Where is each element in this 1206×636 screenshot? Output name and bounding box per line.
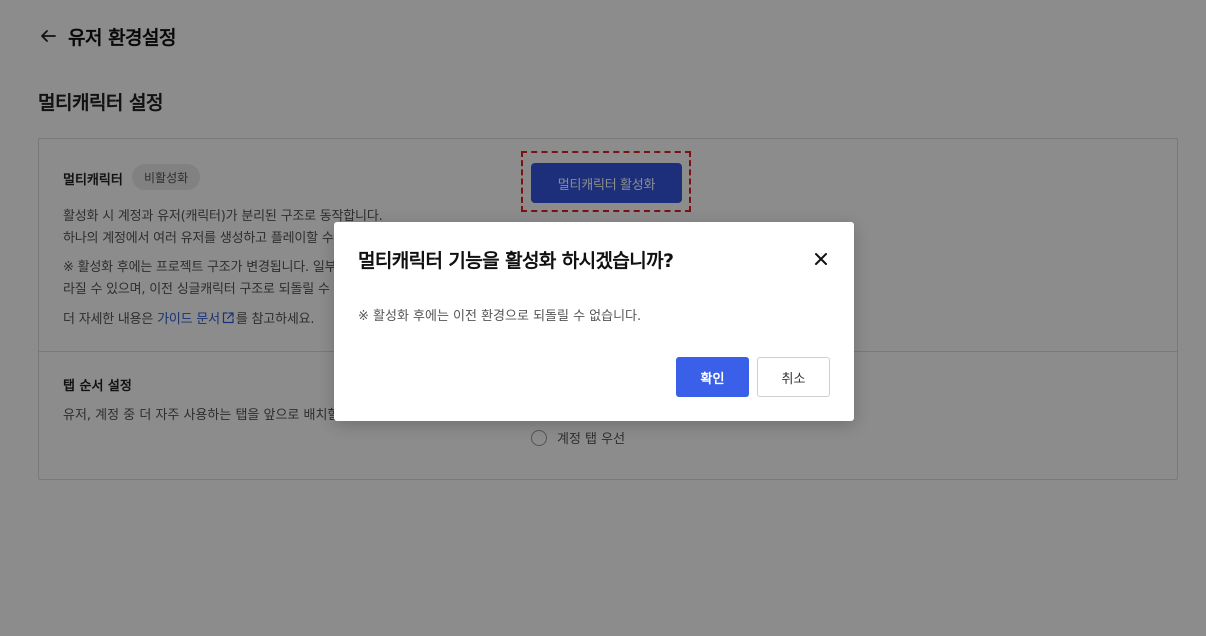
confirm-dialog: 멀티캐릭터 기능을 활성화 하시겠습니까? ※ 활성화 후에는 이전 환경으로 … [334,222,854,421]
close-icon [815,253,827,265]
dialog-note: ※ 활성화 후에는 이전 환경으로 되돌릴 수 없습니다. [358,309,642,324]
dialog-title: 멀티캐릭터 기능을 활성화 하시겠습니까? [358,250,674,272]
dialog-close-button[interactable] [812,250,830,268]
settings-page: 유저 환경설정 멀티캐릭터 설정 멀티캐릭터 비활성화 활성화 시 계정과 유저… [0,0,1206,636]
confirm-button[interactable]: 확인 [676,357,749,397]
cancel-button[interactable]: 취소 [757,357,830,397]
